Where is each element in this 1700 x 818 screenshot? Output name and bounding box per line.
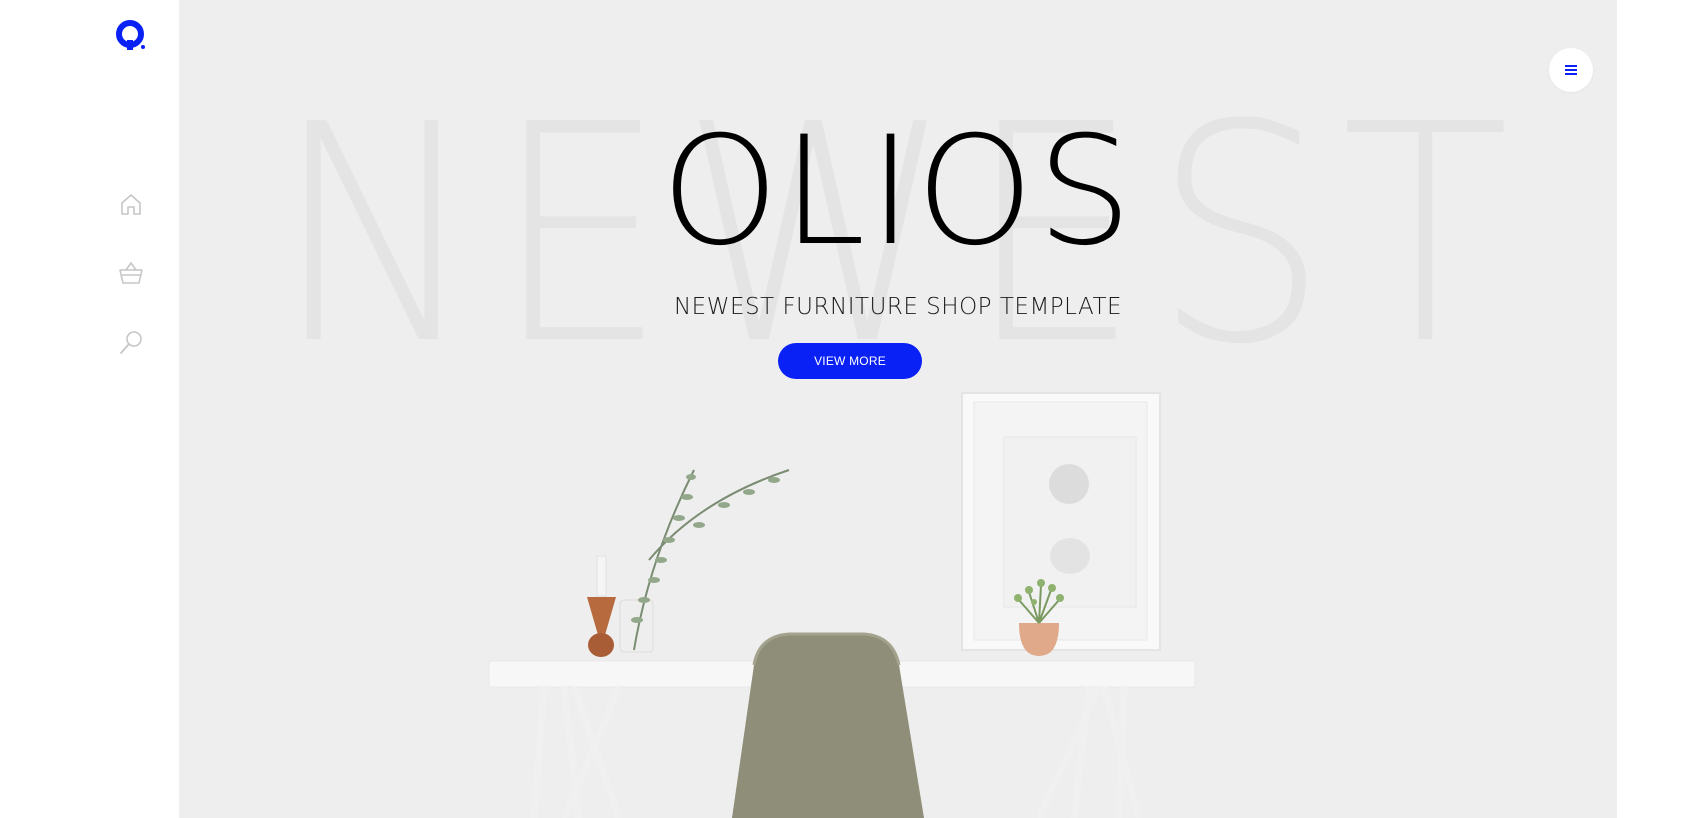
hamburger-icon bbox=[1565, 65, 1577, 75]
hero-subtitle: NEWEST FURNITURE SHOP TEMPLATE bbox=[673, 294, 1123, 320]
olios-logo[interactable] bbox=[114, 18, 148, 52]
search-icon[interactable] bbox=[118, 329, 144, 355]
right-strip bbox=[1617, 0, 1700, 818]
menu-button[interactable] bbox=[1549, 48, 1593, 92]
hero-section: NEWEST OLIOS NEWEST FURNITURE SHOP TEMPL… bbox=[179, 0, 1617, 818]
home-icon[interactable] bbox=[118, 191, 144, 217]
hero-title: OLIOS bbox=[660, 105, 1136, 279]
basket-icon[interactable] bbox=[118, 260, 144, 286]
view-more-button[interactable]: VIEW MORE bbox=[778, 343, 922, 379]
sidebar bbox=[0, 0, 179, 818]
